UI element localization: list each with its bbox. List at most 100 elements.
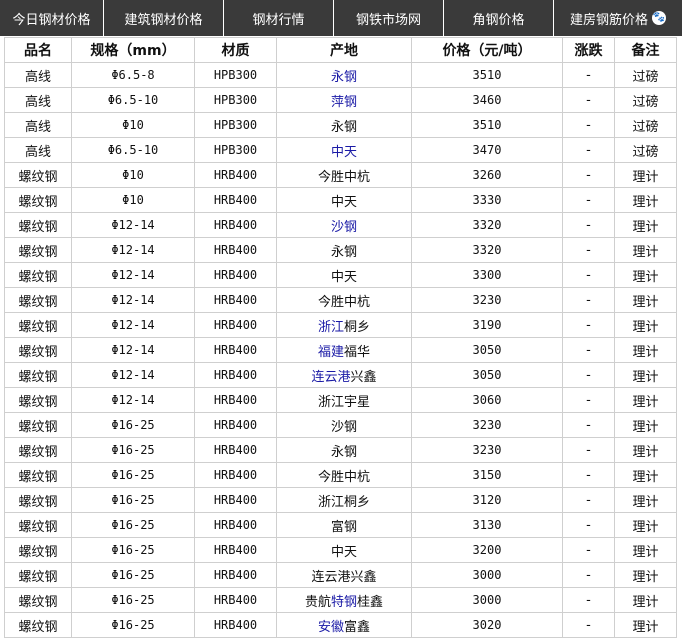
cell-price: 3230 <box>411 287 563 313</box>
origin-link[interactable]: 连云港 <box>311 370 350 385</box>
cell-price: 3510 <box>411 112 563 138</box>
cell-material: HRB400 <box>194 512 277 538</box>
cell-name: 螺纹钢 <box>4 237 72 263</box>
origin-link[interactable]: 沙钢 <box>331 220 357 235</box>
cell-name: 高线 <box>4 112 72 138</box>
cell-origin: 浙江桐乡 <box>276 487 412 513</box>
cell-price: 3300 <box>411 262 563 288</box>
cell-change: - <box>562 187 615 213</box>
origin-text: 今胜中杭 <box>317 294 370 310</box>
tab-steel-market-network[interactable]: 钢铁市场网 <box>334 0 444 36</box>
cell-material: HRB400 <box>194 612 277 638</box>
cell-name: 螺纹钢 <box>4 187 72 213</box>
cell-spec: Φ6.5-8 <box>71 62 195 88</box>
cell-note: 理计 <box>614 362 677 388</box>
table-row: 螺纹钢 Φ16-25 HRB400 富钢 3130- 理计 <box>4 512 677 538</box>
table-row: 螺纹钢 Φ16-25 HRB400 浙江桐乡 3120- 理计 <box>4 487 677 513</box>
cell-material: HRB400 <box>194 237 277 263</box>
table-row: 螺纹钢 Φ12-14 HRB400 福建福华 3050- 理计 <box>4 337 677 363</box>
cell-price: 3330 <box>411 187 563 213</box>
origin-link[interactable]: 安徽 <box>318 620 344 635</box>
origin-text: 浙江桐乡 <box>317 494 370 510</box>
table-row: 螺纹钢 Φ12-14 HRB400 浙江宇星 3060- 理计 <box>4 387 677 413</box>
table-row: 螺纹钢 Φ16-25 HRB400 连云港兴鑫 3000- 理计 <box>4 562 677 588</box>
cell-spec: Φ12-14 <box>71 212 195 238</box>
origin-text: 富钢 <box>330 519 357 535</box>
cell-note: 理计 <box>614 587 677 613</box>
col-header-price: 价格（元/吨） <box>411 37 563 63</box>
cell-change: - <box>562 237 615 263</box>
cell-origin: 永钢 <box>276 112 412 138</box>
tab-today-steel-price[interactable]: 今日钢材价格 <box>0 0 104 36</box>
cell-change: - <box>562 562 615 588</box>
cell-name: 螺纹钢 <box>4 362 72 388</box>
origin-link[interactable]: 萍钢 <box>331 95 357 110</box>
cell-price: 3230 <box>411 412 563 438</box>
cell-spec: Φ16-25 <box>71 562 195 588</box>
origin-link[interactable]: 浙江 <box>318 320 344 335</box>
cell-price: 3320 <box>411 237 563 263</box>
tab-rebar-price[interactable]: 建房钢筋价格 🐾 <box>554 0 682 36</box>
cell-note: 理计 <box>614 437 677 463</box>
cell-price: 3230 <box>411 437 563 463</box>
cell-origin: 浙江宇星 <box>276 387 412 413</box>
cell-material: HRB400 <box>194 262 277 288</box>
cell-name: 螺纹钢 <box>4 162 72 188</box>
cell-name: 螺纹钢 <box>4 337 72 363</box>
cell-spec: Φ12-14 <box>71 262 195 288</box>
origin-text: 兴鑫 <box>350 369 377 385</box>
cell-change: - <box>562 262 615 288</box>
top-nav-tabs: 今日钢材价格 建筑钢材价格 钢材行情 钢铁市场网 角钢价格 建房钢筋价格 🐾 <box>0 0 682 36</box>
cell-price: 3260 <box>411 162 563 188</box>
cell-change: - <box>562 337 615 363</box>
cell-spec: Φ16-25 <box>71 537 195 563</box>
tab-label: 建筑钢材价格 <box>124 12 203 28</box>
cell-origin: 贵航特钢桂鑫 <box>276 587 412 613</box>
cell-spec: Φ12-14 <box>71 387 195 413</box>
table-row: 螺纹钢 Φ12-14 HRB400 今胜中杭 3230- 理计 <box>4 287 677 313</box>
cell-origin: 中天 <box>276 137 412 163</box>
origin-text: 连云港兴鑫 <box>311 569 377 585</box>
cell-origin: 中天 <box>276 537 412 563</box>
cell-spec: Φ12-14 <box>71 312 195 338</box>
cell-origin: 今胜中杭 <box>276 462 412 488</box>
price-table: 品名 规格（mm） 材质 产地 价格（元/吨） 涨跌 备注 高线 Φ6.5-8 HP… <box>4 37 677 638</box>
cell-note: 理计 <box>614 537 677 563</box>
cell-name: 螺纹钢 <box>4 462 72 488</box>
tab-steel-market-news[interactable]: 钢材行情 <box>224 0 334 36</box>
cell-change: - <box>562 537 615 563</box>
tab-label: 角钢价格 <box>472 12 525 28</box>
cell-material: HPB300 <box>194 62 277 88</box>
cell-note: 理计 <box>614 337 677 363</box>
col-header-change: 涨跌 <box>562 37 615 63</box>
origin-text: 永钢 <box>330 119 357 135</box>
cell-change: - <box>562 112 615 138</box>
origin-link[interactable]: 永钢 <box>331 70 357 85</box>
cell-note: 过磅 <box>614 62 677 88</box>
cell-change: - <box>562 437 615 463</box>
cell-spec: Φ10 <box>71 162 195 188</box>
cell-change: - <box>562 462 615 488</box>
cell-note: 理计 <box>614 387 677 413</box>
cell-price: 3460 <box>411 87 563 113</box>
cell-price: 3190 <box>411 312 563 338</box>
cell-price: 3130 <box>411 512 563 538</box>
tab-label: 今日钢材价格 <box>12 12 91 28</box>
table-row: 螺纹钢 Φ12-14 HRB400 沙钢 3320- 理计 <box>4 212 677 238</box>
cell-spec: Φ16-25 <box>71 512 195 538</box>
tab-construction-steel-price[interactable]: 建筑钢材价格 <box>104 0 224 36</box>
cell-material: HRB400 <box>194 487 277 513</box>
origin-link[interactable]: 福建 <box>318 345 344 360</box>
cell-price: 3200 <box>411 537 563 563</box>
cell-material: HPB300 <box>194 87 277 113</box>
cell-change: - <box>562 612 615 638</box>
cell-material: HRB400 <box>194 187 277 213</box>
origin-link[interactable]: 特钢 <box>331 595 357 610</box>
table-row: 螺纹钢 Φ12-14 HRB400 中天 3300- 理计 <box>4 262 677 288</box>
cell-material: HPB300 <box>194 137 277 163</box>
tab-angle-steel-price[interactable]: 角钢价格 <box>444 0 554 36</box>
table-row: 高线 Φ6.5-8 HPB300 永钢 3510- 过磅 <box>4 62 677 88</box>
origin-link[interactable]: 中天 <box>331 145 357 160</box>
cell-origin: 富钢 <box>276 512 412 538</box>
cell-price: 3050 <box>411 362 563 388</box>
